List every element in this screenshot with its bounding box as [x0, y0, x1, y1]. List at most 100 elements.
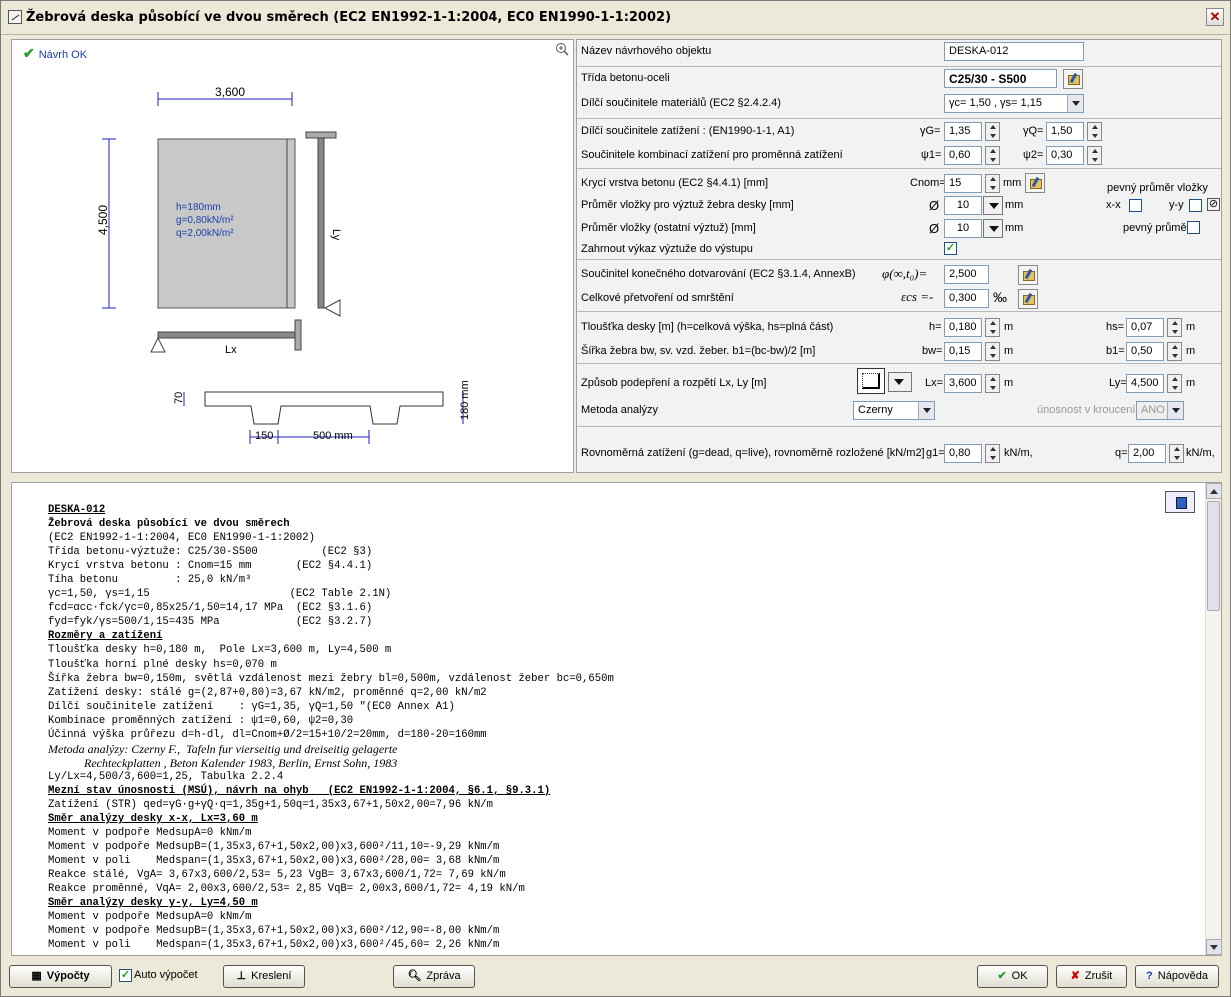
title-bar: Žebrová deska působící ve dvou směrech (…: [1, 1, 1230, 35]
include-reinforcement-checkbox[interactable]: ✓: [944, 242, 957, 255]
psi1-input[interactable]: 0,60: [944, 146, 982, 165]
b1-input[interactable]: 0,50: [1126, 342, 1164, 361]
collapse-report-button[interactable]: [1165, 491, 1195, 513]
uniform-load-label: Rovnoměrná zatížení (g=dead, q=live), ro…: [581, 447, 925, 459]
shrinkage-input[interactable]: 0,300: [944, 289, 989, 308]
g1-input[interactable]: 0,80: [944, 444, 982, 463]
fixed-diameter-xx-checkbox[interactable]: [1129, 199, 1142, 212]
cover-label: Krycí vrstva betonu (EC2 §4.4.1) [mm]: [581, 177, 769, 189]
h-spinner[interactable]: [985, 318, 1000, 337]
method-label: Metoda analýzy: [581, 404, 659, 416]
b1-unit: m: [1186, 345, 1196, 357]
psi1-spinner[interactable]: [985, 146, 1000, 165]
bw-spinner[interactable]: [985, 342, 1000, 361]
support-label: Způsob podepření a rozpětí Lx, Ly [m]: [581, 377, 767, 389]
creep-calculator-icon[interactable]: [1018, 265, 1038, 285]
report-line: Moment v podpoře MedsupA=0 kNm/m: [48, 827, 252, 840]
other-diameter-input[interactable]: 10: [944, 219, 982, 238]
lx-spinner[interactable]: [985, 374, 1000, 393]
report-line: Reakce proměnné, VqA= 2,00x3,600/2,53= 2…: [48, 883, 525, 896]
creep-input[interactable]: 2,500: [944, 265, 989, 284]
concrete-class-input[interactable]: C25/30 - S500: [944, 69, 1057, 88]
hs-spinner[interactable]: [1167, 318, 1182, 337]
xx-label: x-x: [1106, 199, 1121, 211]
creep-label: Součinitel konečného dotvarování (EC2 §3…: [581, 268, 856, 280]
cancel-label: Zrušit: [1084, 970, 1113, 982]
torsion-select[interactable]: ANO: [1136, 401, 1184, 420]
drawing-panel: ✔ Návrh OK 3,600 4,500 h=180mm g=0,80kN/m…: [11, 39, 574, 473]
q-unit: kN/m,: [1186, 447, 1215, 459]
gamma-q-input[interactable]: 1,50: [1046, 122, 1084, 141]
hs-label: hs=: [1106, 321, 1125, 333]
g1-spinner[interactable]: [985, 444, 1000, 463]
method-select[interactable]: Czerny: [853, 401, 935, 420]
separator: [577, 426, 1221, 427]
calculations-button[interactable]: ▦ Výpočty: [9, 965, 112, 988]
scroll-up-icon[interactable]: [1206, 483, 1222, 499]
slab-q: q=2,00kN/m²: [176, 228, 234, 239]
gamma-g-spinner[interactable]: [985, 122, 1000, 141]
concrete-class-label: Třída betonu-oceli: [581, 72, 670, 84]
g1-label: g1=: [926, 447, 945, 459]
other-diameter-unit: mm: [1005, 222, 1024, 234]
b1-spinner[interactable]: [1167, 342, 1182, 361]
drawing-icon: ⊥: [236, 970, 247, 982]
fixed-diameter-yy-checkbox[interactable]: [1189, 199, 1202, 212]
report-text: DESKA-012 Žebrová deska působící ve dvou …: [48, 503, 1198, 953]
h-input[interactable]: 0,180: [944, 318, 982, 337]
q-input[interactable]: 2,00: [1128, 444, 1166, 463]
scroll-down-icon[interactable]: [1206, 939, 1222, 955]
lx-dimension: 3,600: [215, 85, 245, 99]
q-spinner[interactable]: [1169, 444, 1184, 463]
close-button[interactable]: ✕: [1206, 8, 1224, 26]
psi2-input[interactable]: 0,30: [1046, 146, 1084, 165]
report-line: Šířka žebra bw=0,150m, světlá vzdálenost…: [48, 672, 614, 685]
auto-calc-checkbox[interactable]: ✓: [119, 969, 132, 982]
shrinkage-symbol: εcs =-: [901, 289, 934, 304]
report-label: Zpráva: [426, 970, 461, 982]
psi2-spinner[interactable]: [1087, 146, 1102, 165]
cancel-button[interactable]: ✘ Zrušit: [1056, 965, 1127, 988]
cover-calculator-icon[interactable]: [1025, 173, 1045, 193]
section-bw: 150: [255, 430, 273, 442]
object-name-input[interactable]: DESKA-012: [944, 42, 1084, 61]
thickness-label: Tloušťka desky [m] (h=celková výška, hs=…: [581, 321, 834, 333]
report-line: Zatížení (STR) qed=γG·g+γQ·q=1,35g+1,50q…: [48, 798, 494, 811]
fixed-diameter2-checkbox[interactable]: [1187, 221, 1200, 234]
scroll-thumb[interactable]: [1207, 501, 1220, 611]
torsion-value: ANO: [1141, 404, 1165, 416]
lx-input[interactable]: 3,600: [944, 374, 982, 393]
ly-input[interactable]: 4,500: [1126, 374, 1164, 393]
ly-unit: m: [1186, 377, 1196, 389]
concrete-class-picker-icon[interactable]: [1063, 69, 1083, 89]
torsion-label: únosnost v kroucení: [1037, 404, 1136, 416]
ly-label: Ly: [330, 229, 342, 241]
gamma-q-spinner[interactable]: [1087, 122, 1102, 141]
ok-button[interactable]: ✔ OK: [977, 965, 1048, 988]
report-line: Směr analýzy desky y-y, Ly=4,50 m: [48, 897, 258, 910]
report-scrollbar[interactable]: [1205, 483, 1222, 955]
bw-input[interactable]: 0,15: [944, 342, 982, 361]
method-value: Czerny: [858, 404, 893, 416]
cnom-input[interactable]: 15: [944, 174, 982, 193]
cnom-spinner[interactable]: [985, 174, 1000, 193]
hs-input[interactable]: 0,07: [1126, 318, 1164, 337]
permille-unit: ‰: [993, 289, 1007, 305]
report-line: Moment v poli Medspan=(1,35x3,67+1,50x2,…: [48, 855, 500, 868]
help-button[interactable]: ? Nápověda: [1135, 965, 1219, 988]
h-unit: m: [1004, 321, 1014, 333]
material-factors-label: Dílčí součinitele materiálů (EC2 §2.4.2.…: [581, 97, 781, 109]
support-type-dropdown[interactable]: [888, 372, 912, 392]
material-factors-select[interactable]: γc= 1,50 , γs= 1,15: [944, 94, 1084, 113]
gamma-g-input[interactable]: 1,35: [944, 122, 982, 141]
shrinkage-calculator-icon[interactable]: [1018, 289, 1038, 309]
report-line: Moment v podpoře MedsupB=(1,35x3,67+1,50…: [48, 925, 500, 938]
ly-spinner[interactable]: [1167, 374, 1182, 393]
support-type-icon[interactable]: [857, 368, 885, 394]
other-diameter-dropdown[interactable]: [983, 219, 1003, 238]
drawing-button[interactable]: ⊥ Kreslení: [223, 965, 305, 988]
ok-label: OK: [1011, 970, 1028, 982]
rib-diameter-dropdown[interactable]: [983, 196, 1003, 215]
rib-diameter-input[interactable]: 10: [944, 196, 982, 215]
report-button[interactable]: 🔍︎ Zpráva: [393, 965, 475, 988]
